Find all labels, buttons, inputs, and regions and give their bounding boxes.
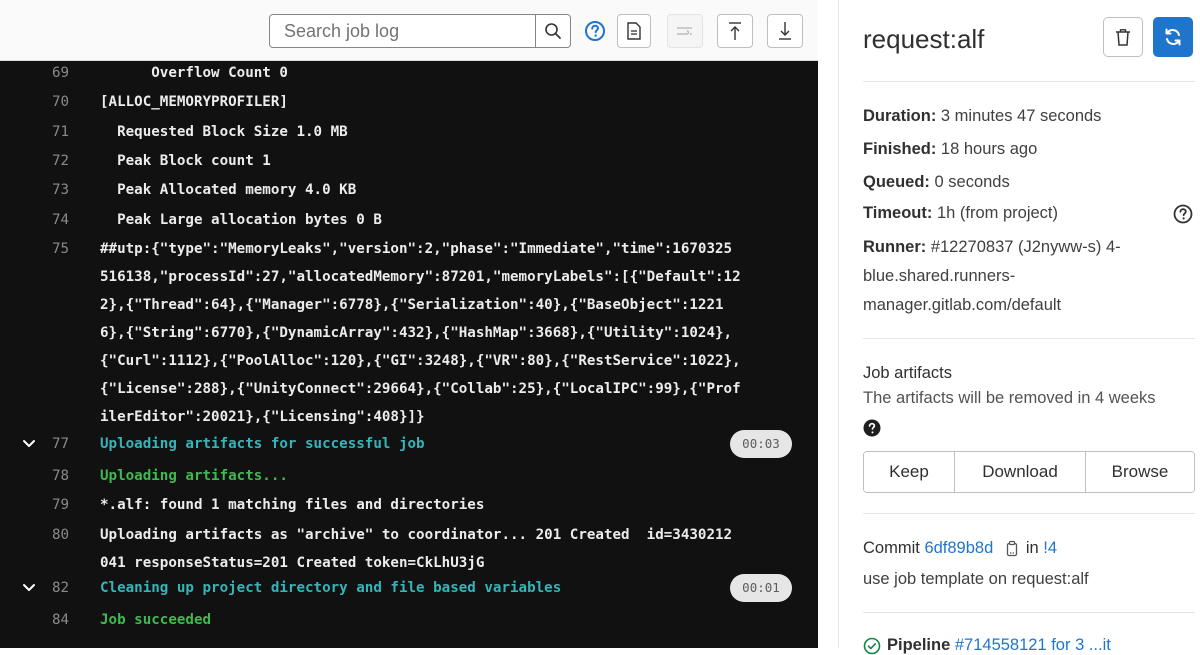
chevron-down-icon[interactable] <box>20 435 38 453</box>
log-line-text: Peak Large allocation bytes 0 B <box>100 212 382 228</box>
duration-row: Duration: 3 minutes 47 seconds <box>863 104 1101 128</box>
job-artifacts-title: Job artifacts <box>863 364 952 382</box>
runner-row: Runner: #12270837 (J2nyww-s) 4-blue.shar… <box>863 233 1163 320</box>
section-duration-badge: 00:01 <box>730 574 792 602</box>
divider <box>863 612 1195 613</box>
timeout-label: Timeout: <box>863 204 933 222</box>
line-number[interactable]: 72 <box>52 148 82 175</box>
log-line-text: 516138,"processId":27,"allocatedMemory":… <box>100 269 741 285</box>
line-number[interactable]: 73 <box>52 177 82 204</box>
show-raw-log-button[interactable] <box>617 14 651 48</box>
retry-job-button[interactable] <box>1153 17 1193 57</box>
commit-message: use job template on request:alf <box>863 570 1089 588</box>
log-line-text: *.alf: found 1 matching files and direct… <box>100 497 485 513</box>
section-duration-badge: 00:03 <box>730 430 792 458</box>
line-number[interactable]: 84 <box>52 607 82 634</box>
log-line-text: Overflow Count 0 <box>100 65 288 81</box>
log-line-text: Uploading artifacts... <box>100 468 288 484</box>
commit-in-text: in <box>1025 539 1039 557</box>
queued-value: 0 seconds <box>929 173 1010 191</box>
question-circle-icon[interactable] <box>863 419 881 437</box>
log-line-text: Requested Block Size 1.0 MB <box>100 124 348 140</box>
queued-label: Queued: <box>863 173 930 191</box>
retry-icon <box>1165 28 1181 46</box>
search-job-log-input[interactable] <box>270 15 535 47</box>
commit-row: Commit 6df89b8d in !4 <box>863 539 1057 558</box>
arrow-down-icon <box>779 22 791 40</box>
log-line-text: Uploading artifacts as "archive" to coor… <box>100 527 733 543</box>
line-number[interactable]: 69 <box>52 60 82 87</box>
divider <box>863 513 1195 514</box>
line-number[interactable]: 75 <box>52 236 82 263</box>
line-number[interactable]: 82 <box>52 575 82 602</box>
scroll-to-top-button[interactable] <box>717 14 753 48</box>
question-circle-icon <box>585 21 605 41</box>
log-line-text: Cleaning up project directory and file b… <box>100 580 562 596</box>
log-line-text: Uploading artifacts for successful job <box>100 436 425 452</box>
line-number[interactable]: 74 <box>52 207 82 234</box>
timeout-value: 1h (from project) <box>932 204 1058 222</box>
job-log-toolbar <box>0 0 818 61</box>
log-line-text: {"Curl":1112},{"PoolAlloc":120},{"GI":32… <box>100 353 741 369</box>
commit-label: Commit <box>863 539 920 557</box>
line-number[interactable]: 79 <box>52 492 82 519</box>
log-line-text: ##utp:{"type":"MemoryLeaks","version":2,… <box>100 241 733 257</box>
search-submit-button[interactable] <box>535 14 571 48</box>
wrap-lines-icon <box>677 27 692 35</box>
artifacts-expiry-text: The artifacts will be removed in 4 weeks <box>863 389 1156 407</box>
duration-label: Duration: <box>863 107 937 125</box>
wrap-lines-button[interactable] <box>667 14 703 48</box>
log-line-text: Job succeeded <box>100 612 212 628</box>
job-log-pane: 69 Overflow Count 0 70 [ALLOC_MEMORYPROFIL… <box>0 0 818 648</box>
job-title: request:alf <box>863 24 985 54</box>
line-number[interactable]: 77 <box>52 431 82 458</box>
timeout-row: Timeout: 1h (from project) <box>863 201 1058 225</box>
log-help-button[interactable] <box>584 20 606 42</box>
queued-row: Queued: 0 seconds <box>863 170 1010 194</box>
finished-label: Finished: <box>863 140 937 158</box>
duration-value: 3 minutes 47 seconds <box>936 107 1102 125</box>
log-line-text: {"License":288},{"UnityConnect":29664},{… <box>100 381 741 397</box>
log-line-text: [ALLOC_MEMORYPROFILER] <box>100 94 288 110</box>
merge-request-link[interactable]: !4 <box>1043 539 1057 558</box>
job-sidebar: request:alf Duration: 3 minutes 47 secon… <box>838 0 1200 654</box>
document-icon <box>627 22 641 40</box>
pipeline-row: Pipeline #714558121 for 3 ...it <box>863 636 1111 655</box>
pipeline-label: Pipeline <box>887 636 951 654</box>
log-line-text: ilerEditor":20021},{"Licensing":408}]} <box>100 409 425 425</box>
trash-icon <box>1116 29 1130 46</box>
line-number[interactable]: 80 <box>52 522 82 549</box>
log-line-text: 2},{"Thread":64},{"Manager":6778},{"Seri… <box>100 297 724 313</box>
finished-row: Finished: 18 hours ago <box>863 137 1037 161</box>
finished-value: 18 hours ago <box>936 140 1038 158</box>
chevron-down-icon[interactable] <box>20 579 38 597</box>
status-success-icon <box>863 637 881 654</box>
arrow-up-icon <box>729 22 741 40</box>
pipeline-link[interactable]: #714558121 for 3 ...it <box>955 636 1111 655</box>
erase-job-button[interactable] <box>1103 17 1143 57</box>
line-number[interactable]: 78 <box>52 463 82 490</box>
line-number[interactable]: 71 <box>52 119 82 146</box>
copy-icon[interactable] <box>1003 540 1021 558</box>
log-line-text: 041 responseStatus=201 Created token=CkL… <box>100 555 485 571</box>
commit-sha-link[interactable]: 6df89b8d <box>924 539 993 558</box>
artifacts-button-group: Keep Download Browse <box>863 451 1195 493</box>
runner-label: Runner: <box>863 238 927 256</box>
log-line-text: Peak Block count 1 <box>100 153 271 169</box>
download-artifacts-button[interactable]: Download <box>955 452 1086 492</box>
log-line-text: Peak Allocated memory 4.0 KB <box>100 182 357 198</box>
divider <box>863 338 1195 339</box>
keep-artifacts-button[interactable]: Keep <box>864 452 955 492</box>
scroll-to-bottom-button[interactable] <box>767 14 803 48</box>
browse-artifacts-button[interactable]: Browse <box>1086 452 1194 492</box>
search-job-log-field[interactable] <box>269 14 536 48</box>
divider <box>863 81 1195 82</box>
log-line-text: 6},{"String":6770},{"DynamicArray":432},… <box>100 325 733 341</box>
timeout-help-icon[interactable] <box>1172 203 1194 225</box>
line-number[interactable]: 70 <box>52 89 82 116</box>
search-icon <box>545 23 561 39</box>
